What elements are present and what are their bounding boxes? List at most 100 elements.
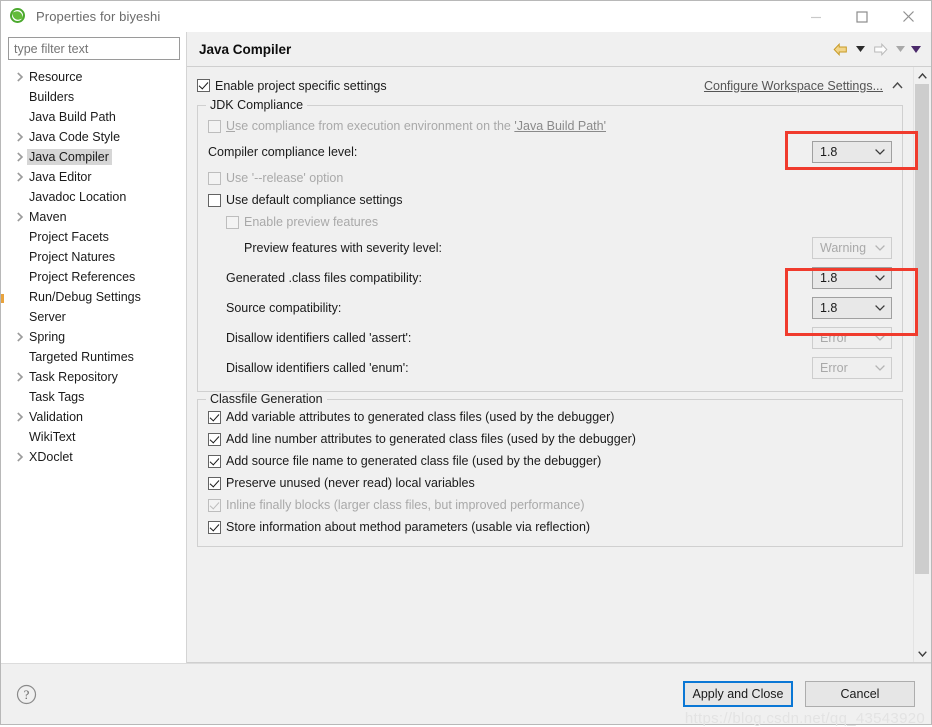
filter-container xyxy=(1,32,186,66)
source-compatibility-select[interactable]: 1.8 xyxy=(812,297,892,319)
collapse-chevron-up-icon[interactable] xyxy=(892,82,903,89)
expand-chevron-right-icon[interactable] xyxy=(13,172,27,182)
expand-chevron-right-icon[interactable] xyxy=(13,452,27,462)
sidebar-item-project-references[interactable]: Project References xyxy=(1,267,186,287)
classfile-generation-title: Classfile Generation xyxy=(206,392,327,406)
checkbox-label: Use default compliance settings xyxy=(226,193,403,207)
filter-input[interactable] xyxy=(8,37,180,60)
forward-history-chevron-down-icon[interactable] xyxy=(893,38,907,60)
checkbox-box xyxy=(208,432,221,446)
use-default-compliance-settings-checkbox[interactable]: Use default compliance settings xyxy=(208,189,892,211)
sidebar-item-task-repository[interactable]: Task Repository xyxy=(1,367,186,387)
sidebar-item-label: Server xyxy=(29,310,66,324)
sidebar-item-maven[interactable]: Maven xyxy=(1,207,186,227)
checkbox-box xyxy=(208,476,221,490)
java-build-path-link[interactable]: 'Java Build Path' xyxy=(514,119,606,133)
select-value: Error xyxy=(820,361,848,375)
sidebar-item-task-tags[interactable]: Task Tags xyxy=(1,387,186,407)
chevron-down-icon xyxy=(873,335,887,341)
apply-and-close-button[interactable]: Apply and Close xyxy=(683,681,793,707)
checkbox-label: Enable preview features xyxy=(244,215,379,229)
maximize-icon[interactable] xyxy=(839,1,885,32)
checkbox-box xyxy=(226,215,239,229)
sidebar-item-targeted-runtimes[interactable]: Targeted Runtimes xyxy=(1,347,186,367)
cancel-button[interactable]: Cancel xyxy=(805,681,915,707)
sidebar-item-project-natures[interactable]: Project Natures xyxy=(1,247,186,267)
settings-tree[interactable]: Resource Builders Java Build Path Java Code… xyxy=(1,66,186,663)
checkbox-label: Inline finally blocks (larger class file… xyxy=(226,498,585,512)
sidebar-item-server[interactable]: Server xyxy=(1,307,186,327)
expand-chevron-right-icon[interactable] xyxy=(13,132,27,142)
tree-edge-marker xyxy=(1,294,4,303)
page-scrollbar[interactable] xyxy=(913,67,931,662)
classfile-option-checkbox[interactable]: Add source file name to generated class … xyxy=(208,450,892,472)
chevron-down-icon xyxy=(873,305,887,311)
classfile-option-checkbox[interactable]: Add line number attributes to generated … xyxy=(208,428,892,450)
close-icon[interactable] xyxy=(885,1,931,32)
checkbox-label: Add variable attributes to generated cla… xyxy=(226,410,615,424)
expand-chevron-right-icon[interactable] xyxy=(13,412,27,422)
forward-arrow-icon[interactable] xyxy=(869,38,891,60)
sidebar-item-spring[interactable]: Spring xyxy=(1,327,186,347)
enable-preview-features-checkbox[interactable]: Enable preview features xyxy=(208,211,892,233)
classfile-option-checkbox[interactable]: Store information about method parameter… xyxy=(208,516,892,538)
expand-chevron-right-icon[interactable] xyxy=(13,152,27,162)
sidebar-item-xdoclet[interactable]: XDoclet xyxy=(1,447,186,467)
sidebar-item-java-editor[interactable]: Java Editor xyxy=(1,167,186,187)
expand-chevron-right-icon[interactable] xyxy=(13,372,27,382)
enable-project-specific-settings-checkbox[interactable]: Enable project specific settings xyxy=(197,75,387,97)
disallow-assert-select[interactable]: Error xyxy=(812,327,892,349)
sidebar-item-label: XDoclet xyxy=(29,450,73,464)
sidebar-item-label: Java Build Path xyxy=(29,110,116,124)
sidebar-item-validation[interactable]: Validation xyxy=(1,407,186,427)
compiler-compliance-level-select[interactable]: 1.8 xyxy=(812,141,892,163)
minimize-icon[interactable] xyxy=(793,1,839,32)
dialog-footer: ? Apply and Close Cancel https://blog.cs… xyxy=(1,663,931,727)
sidebar-item-java-compiler[interactable]: Java Compiler xyxy=(1,147,186,167)
sidebar-item-run-debug-settings[interactable]: Run/Debug Settings xyxy=(1,287,186,307)
sidebar-item-label: Javadoc Location xyxy=(29,190,127,204)
sidebar-item-wikitext[interactable]: WikiText xyxy=(1,427,186,447)
disallow-assert-row: Disallow identifiers called 'assert': Er… xyxy=(208,323,892,353)
expand-chevron-right-icon[interactable] xyxy=(13,332,27,342)
configure-workspace-settings-link[interactable]: Configure Workspace Settings... xyxy=(704,79,886,93)
disallow-enum-select[interactable]: Error xyxy=(812,357,892,379)
sidebar-item-label: Builders xyxy=(29,90,75,104)
page-navigation xyxy=(829,38,923,60)
sidebar-item-resource[interactable]: Resource xyxy=(1,67,186,87)
sidebar-item-java-build-path[interactable]: Java Build Path xyxy=(1,107,186,127)
sidebar-item-label: Project References xyxy=(29,270,136,284)
scrollbar-thumb[interactable] xyxy=(915,84,929,574)
checkbox-label: Add source file name to generated class … xyxy=(226,454,602,468)
back-history-chevron-down-icon[interactable] xyxy=(853,38,867,60)
sidebar-item-builders[interactable]: Builders xyxy=(1,87,186,107)
scroll-down-chevron-down-icon[interactable] xyxy=(914,645,931,662)
sidebar-item-label: WikiText xyxy=(29,430,76,444)
checkbox-box xyxy=(208,410,221,424)
scroll-up-chevron-up-icon[interactable] xyxy=(914,67,931,84)
sidebar-item-label: Resource xyxy=(29,70,83,84)
preview-features-severity-select[interactable]: Warning xyxy=(812,237,892,259)
generated-class-files-compatibility-select[interactable]: 1.8 xyxy=(812,267,892,289)
sidebar-item-label: Java Editor xyxy=(29,170,92,184)
back-arrow-icon[interactable] xyxy=(829,38,851,60)
row-label: Source compatibility: xyxy=(226,301,342,315)
sidebar-item-java-code-style[interactable]: Java Code Style xyxy=(1,127,186,147)
sidebar-item-label: Project Facets xyxy=(29,230,109,244)
expand-chevron-right-icon[interactable] xyxy=(13,72,27,82)
expand-chevron-right-icon[interactable] xyxy=(13,212,27,222)
sidebar-item-label: Task Tags xyxy=(29,390,85,404)
help-icon[interactable]: ? xyxy=(15,683,37,705)
sidebar-item-label: Validation xyxy=(29,410,83,424)
sidebar-item-project-facets[interactable]: Project Facets xyxy=(1,227,186,247)
use-release-option-checkbox[interactable]: Use '--release' option xyxy=(208,167,892,189)
sidebar-item-javadoc-location[interactable]: Javadoc Location xyxy=(1,187,186,207)
classfile-generation-body: Add variable attributes to generated cla… xyxy=(208,400,892,538)
page-menu-chevron-down-icon[interactable] xyxy=(909,38,923,60)
scrollbar-track[interactable] xyxy=(914,84,931,645)
use-compliance-from-ee-checkbox[interactable]: Use compliance from execution environmen… xyxy=(208,115,892,137)
classfile-option-checkbox[interactable]: Add variable attributes to generated cla… xyxy=(208,406,892,428)
classfile-option-checkbox[interactable]: Preserve unused (never read) local varia… xyxy=(208,472,892,494)
properties-dialog: Properties for biyeshi Resource Builders J… xyxy=(0,0,932,727)
classfile-generation-group: Classfile Generation Add variable attrib… xyxy=(197,392,903,547)
